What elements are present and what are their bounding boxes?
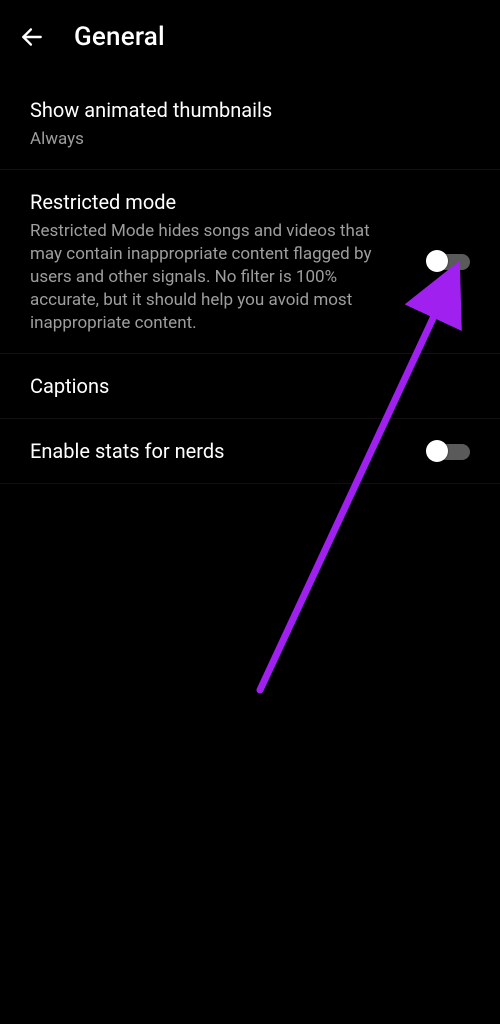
- setting-description: Restricted Mode hides songs and videos t…: [30, 220, 404, 335]
- setting-animated-thumbnails[interactable]: Show animated thumbnails Always: [0, 78, 500, 170]
- toggle-knob: [426, 440, 448, 462]
- stats-toggle[interactable]: [426, 438, 470, 464]
- back-button[interactable]: [18, 23, 46, 51]
- app-header: General: [0, 0, 500, 72]
- setting-title: Enable stats for nerds: [30, 437, 404, 465]
- setting-restricted-mode[interactable]: Restricted mode Restricted Mode hides so…: [0, 170, 500, 354]
- setting-captions[interactable]: Captions: [0, 354, 500, 419]
- setting-stats-for-nerds[interactable]: Enable stats for nerds: [0, 419, 500, 484]
- setting-title: Show animated thumbnails: [30, 96, 466, 124]
- setting-value: Always: [30, 128, 466, 151]
- setting-title: Captions: [30, 372, 470, 400]
- restricted-mode-toggle[interactable]: [426, 248, 470, 274]
- page-title: General: [74, 22, 165, 52]
- setting-title: Restricted mode: [30, 188, 404, 216]
